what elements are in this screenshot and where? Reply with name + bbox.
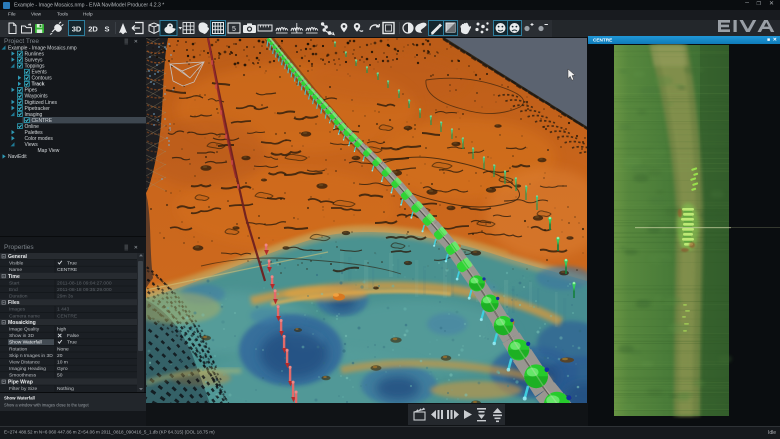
svg-text:Skip n Images in 3D: Skip n Images in 3D [9, 353, 53, 359]
svg-text:10 m: 10 m [57, 360, 68, 366]
svg-text:Image Quality: Image Quality [9, 327, 40, 333]
svg-text:2011-08-18 09:04:27.000: 2011-08-18 09:04:27.000 [57, 280, 112, 286]
svg-text:None: None [57, 346, 69, 352]
svg-text:True: True [67, 340, 77, 346]
svg-text:1 443: 1 443 [57, 307, 70, 313]
svg-text:Duration: Duration [9, 294, 28, 300]
svg-text:Map View: Map View [38, 148, 60, 154]
svg-text:Visible: Visible [9, 261, 24, 267]
svg-text:Rotation: Rotation [9, 346, 27, 352]
svg-text:Gyro: Gyro [57, 366, 68, 372]
svg-text:Imaging Heading: Imaging Heading [9, 366, 46, 372]
svg-text:CENTRE: CENTRE [57, 267, 78, 273]
svg-text:Time: Time [8, 274, 20, 280]
svg-text:General: General [8, 254, 28, 260]
svg-text:2011-08-18 09:35:29.000: 2011-08-18 09:35:29.000 [57, 287, 112, 293]
svg-text:Mosaicking: Mosaicking [8, 320, 36, 326]
svg-text:NaviEdit: NaviEdit [8, 154, 27, 160]
svg-text:CENTRE: CENTRE [57, 313, 78, 319]
svg-text:Camera name: Camera name [9, 313, 40, 319]
svg-text:20: 20 [57, 353, 63, 359]
svg-text:Show Waterfall: Show Waterfall [9, 340, 42, 346]
svg-text:False: False [67, 333, 79, 339]
svg-text:Start: Start [9, 280, 20, 286]
svg-text:Pipe Wrap: Pipe Wrap [8, 379, 33, 385]
svg-text:29m 3s: 29m 3s [57, 294, 74, 300]
svg-text:Views: Views [25, 142, 39, 148]
svg-text:50: 50 [57, 373, 63, 379]
svg-text:View Distance: View Distance [9, 360, 40, 366]
svg-text:Filter by Size: Filter by Size [9, 386, 38, 392]
svg-text:Images: Images [9, 307, 26, 313]
svg-text:Smoothness: Smoothness [9, 373, 37, 379]
svg-text:Name: Name [9, 267, 22, 273]
svg-text:Show in 3D: Show in 3D [9, 333, 34, 339]
svg-text:End: End [9, 287, 18, 293]
svg-text:Nothing: Nothing [57, 386, 74, 392]
svg-text:Files: Files [8, 300, 20, 306]
svg-text:high: high [57, 327, 67, 333]
svg-text:True: True [67, 261, 77, 267]
